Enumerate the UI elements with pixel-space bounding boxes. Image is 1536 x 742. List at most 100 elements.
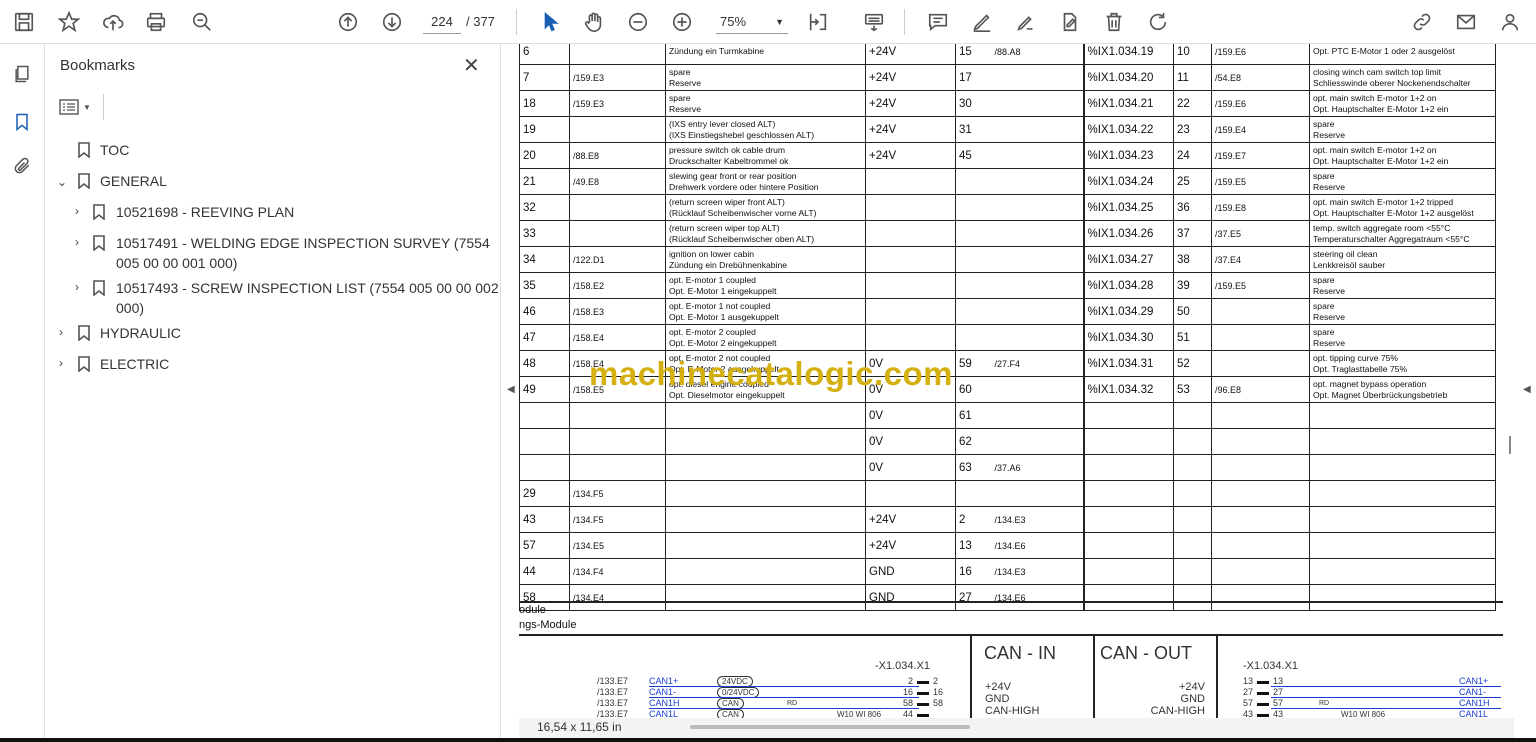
cell-number: 10 — [1173, 44, 1212, 65]
zoom-select[interactable]: 75% ▼ — [716, 10, 788, 34]
chevron-right-icon[interactable]: › — [75, 235, 79, 249]
cell-number: 53 — [1173, 376, 1212, 403]
save-icon[interactable] — [10, 8, 38, 36]
bookmark-options-button[interactable]: ▼ — [59, 94, 99, 120]
can-signal-right: CAN1+ — [1459, 676, 1489, 686]
attachment-icon[interactable] — [10, 154, 34, 178]
func-en: spare — [1313, 326, 1335, 337]
pin-right: 13 — [1243, 676, 1254, 686]
wire-ref: /133.E7 — [597, 676, 629, 686]
horizontal-scrollbar[interactable] — [690, 725, 970, 729]
wire-line — [649, 686, 919, 687]
table-row: 7/159.E3 spare Reserve +24V 17 %IX1.034.20 11/… — [519, 64, 1496, 91]
cell-io-address: %IX1.034.20 — [1082, 64, 1174, 91]
cell-description: opt. E-motor 1 coupled Opt. E-Motor 1 ein… — [665, 272, 866, 299]
share-link-icon[interactable] — [1408, 8, 1436, 36]
star-icon[interactable] — [55, 8, 83, 36]
pin-left-out: 58 — [933, 698, 944, 708]
email-icon[interactable] — [1452, 8, 1480, 36]
rotate-icon[interactable] — [1144, 8, 1172, 36]
cell-ref: /88.E8 — [569, 142, 666, 169]
vertical-scrollbar[interactable] — [1509, 436, 1511, 454]
bookmark-screw-inspection[interactable]: 10517493 - SCREW INSPECTION LIST (7554 0… — [116, 278, 499, 298]
can-in-title: CAN - IN — [984, 643, 1056, 663]
hand-tool-icon[interactable] — [580, 8, 608, 36]
cell-description — [665, 402, 866, 429]
cell-terminal: 18 — [519, 90, 570, 117]
account-icon[interactable] — [1496, 8, 1524, 36]
cell-description — [665, 584, 866, 611]
page-number-input[interactable] — [423, 10, 461, 34]
fit-page-icon[interactable] — [804, 8, 832, 36]
bookmark-screw-inspection-cont[interactable]: 000) — [116, 298, 144, 318]
cell-pin-ref: /134.E3 — [987, 506, 1084, 533]
cell-pin: 60 — [955, 376, 988, 403]
chevron-down-icon[interactable]: ⌄ — [57, 175, 67, 189]
desc-de: (Rücklauf Scheibenwischer vorne ALT) — [669, 207, 817, 218]
desc-en: opt. E-motor 1 not coupled — [669, 300, 771, 311]
cell-voltage — [865, 168, 956, 195]
cell-ref2: /159.E6 — [1211, 44, 1310, 65]
func-de: Lenkkreisöl sauber — [1313, 259, 1386, 270]
comment-icon[interactable] — [924, 8, 952, 36]
signature-icon[interactable] — [1012, 8, 1040, 36]
cell-description: opt. E-motor 1 not coupled Opt. E-Motor 1… — [665, 298, 866, 325]
cell-description — [665, 558, 866, 585]
cell-ref: /158.E3 — [569, 298, 666, 325]
table-row: 19 (IXS entry lever closed ALT) (IXS Einst… — [519, 116, 1496, 143]
cell-io-address: %IX1.034.22 — [1082, 116, 1174, 143]
cell-pin-ref — [987, 142, 1084, 169]
cell-io-address — [1082, 584, 1174, 611]
page-down-icon[interactable] — [378, 8, 406, 36]
keyboard-scroll-icon[interactable] — [860, 8, 888, 36]
bookmark-reeving-plan[interactable]: 10521698 - REEVING PLAN — [116, 202, 294, 222]
connector-label-right: -X1.034.X1 — [1243, 660, 1299, 672]
print-icon[interactable] — [142, 8, 170, 36]
bookmark-panel-icon[interactable] — [10, 110, 34, 134]
collapse-left-icon[interactable]: ◀ — [507, 384, 515, 395]
cell-number — [1173, 402, 1212, 429]
cell-voltage — [865, 272, 956, 299]
chevron-right-icon[interactable]: › — [75, 204, 79, 218]
document-area[interactable]: ◀ ◀ 6 Zündung ein Turmkabine +24V 15/88.A8%… — [501, 44, 1536, 738]
bookmark-hydraulic[interactable]: HYDRAULIC — [100, 323, 181, 343]
cell-number: 22 — [1173, 90, 1212, 117]
pages-icon[interactable] — [10, 62, 34, 86]
cell-io-address: %IX1.034.30 — [1082, 324, 1174, 351]
bookmark-electric[interactable]: ELECTRIC — [100, 354, 169, 374]
cell-ref — [569, 454, 666, 481]
bookmark-general[interactable]: GENERAL — [100, 171, 167, 191]
collapse-right-icon[interactable]: ◀ — [1523, 384, 1531, 395]
cell-number: 39 — [1173, 272, 1212, 299]
close-icon[interactable]: ✕ — [463, 53, 480, 78]
highlight-pen-icon[interactable] — [968, 8, 996, 36]
zoom-search-icon[interactable] — [188, 8, 216, 36]
cell-description: slewing gear front or rear position Drehw… — [665, 168, 866, 195]
can-signal: CAN1+ — [649, 676, 679, 686]
chevron-right-icon[interactable]: › — [59, 356, 63, 370]
select-cursor-icon[interactable] — [537, 8, 565, 36]
chevron-right-icon[interactable]: › — [59, 325, 63, 339]
page-size: 16,54 x 11,65 in — [537, 720, 622, 734]
cell-pin-ref: /88.A8 — [987, 44, 1084, 65]
delete-icon[interactable] — [1100, 8, 1128, 36]
chevron-right-icon[interactable]: › — [75, 280, 79, 294]
zoom-out-icon[interactable] — [624, 8, 652, 36]
cell-terminal — [519, 454, 570, 481]
cell-number: 37 — [1173, 220, 1212, 247]
cell-terminal: 47 — [519, 324, 570, 351]
cell-io-address: %IX1.034.28 — [1082, 272, 1174, 299]
page-up-icon[interactable] — [334, 8, 362, 36]
upload-icon[interactable] — [99, 8, 127, 36]
bookmark-icon — [93, 204, 105, 221]
cell-voltage: +24V — [865, 142, 956, 169]
edit-document-icon[interactable] — [1056, 8, 1084, 36]
cell-ref2: /159.E4 — [1211, 116, 1310, 143]
pin-ref-text: /134.E6 — [994, 540, 1026, 551]
can-in-signals: +24V GND CAN-HIGH — [985, 681, 1039, 717]
zoom-in-icon[interactable] — [668, 8, 696, 36]
bookmark-welding-edge[interactable]: 10517491 - WELDING EDGE INSPECTION SURVE… — [116, 233, 490, 253]
bookmark-toc[interactable]: TOC — [100, 140, 129, 160]
cell-number: 11 — [1173, 64, 1212, 91]
bookmark-welding-edge-cont[interactable]: 005 00 00 001 000) — [116, 253, 237, 273]
